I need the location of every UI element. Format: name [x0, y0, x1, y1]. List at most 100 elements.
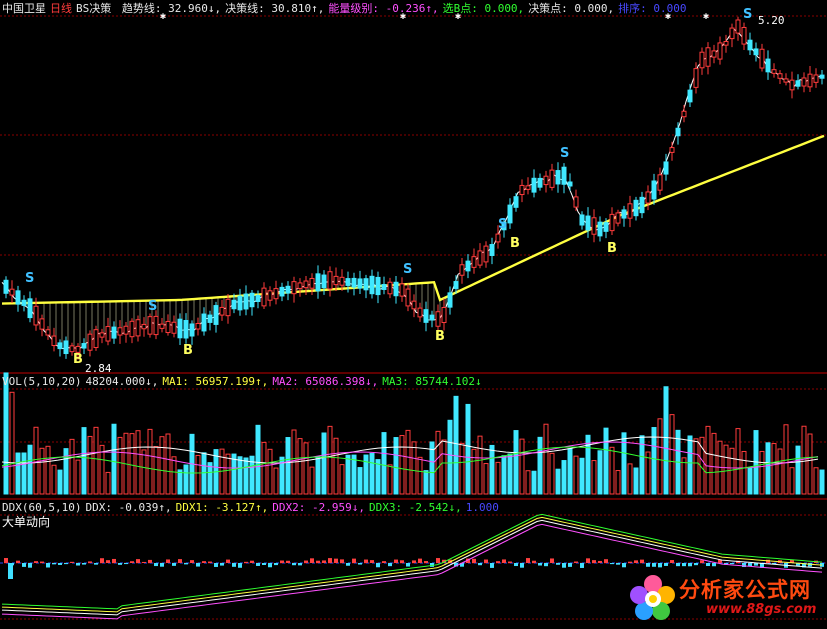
volume-bar [207, 462, 213, 495]
chart-grid [0, 15, 827, 620]
candle-body [663, 161, 669, 175]
candle-body [177, 318, 183, 339]
ddx-bar [76, 563, 80, 566]
volume-bar [519, 438, 525, 495]
watermark-url: www.88gs.com [706, 602, 817, 617]
volume-bar [609, 446, 615, 495]
ddx-bar [328, 558, 332, 563]
ddx-bar [238, 563, 242, 568]
candle-body [141, 323, 147, 330]
vol-value: 48204.000↓, [85, 375, 159, 388]
ddx-bar [586, 558, 590, 563]
candle-body [525, 185, 531, 190]
volume-bar [771, 443, 777, 495]
candle-body [135, 319, 141, 337]
ddx-bar [688, 563, 692, 567]
candle-body [507, 204, 513, 224]
candle-body [627, 203, 633, 219]
ddx-bar [676, 563, 680, 567]
volume-bar [81, 427, 87, 495]
candle-body [579, 214, 585, 226]
candle-body [351, 277, 357, 288]
candle-body [87, 333, 93, 351]
volume-bar [69, 438, 75, 495]
ddx-bar [550, 558, 554, 563]
ddx-bar [376, 563, 380, 568]
volume-bar [567, 448, 573, 495]
high-price-label: 5.20 [758, 14, 785, 27]
candle-body [69, 345, 75, 353]
ddx-bar [478, 563, 482, 566]
volume-bar [27, 444, 33, 495]
decision-value: 决策线: 30.810↑, [225, 2, 325, 15]
ddx-bar [568, 563, 572, 567]
main-header: 中国卫星 日线 BS决策 趋势线: 32.960↓, 决策线: 30.810↑, 能量级… [2, 2, 691, 16]
ddx-bar [412, 560, 416, 563]
candle-body [273, 288, 279, 300]
candle-body [753, 48, 759, 56]
volume-bar [765, 442, 771, 495]
ddx-bar [208, 561, 212, 563]
volume-bar [747, 467, 753, 495]
volume-bar [477, 435, 483, 495]
candle-body [819, 74, 825, 79]
volume-bar [495, 461, 501, 495]
candle-body [231, 299, 237, 310]
ddx-bar [532, 560, 536, 563]
volume-bar [321, 432, 327, 495]
buy-signal-label: B [73, 352, 83, 367]
volume-bar [777, 448, 783, 495]
ddx-bar [46, 563, 50, 568]
candle-body [759, 48, 765, 69]
candle-body [477, 250, 483, 266]
candle-body [603, 222, 609, 232]
period-label[interactable]: 日线 [50, 2, 72, 15]
volume-bar [729, 447, 735, 495]
ddx-bar [364, 559, 368, 563]
volume-bar [819, 469, 825, 495]
ddx-bar [70, 561, 74, 563]
ddx-bar [112, 558, 116, 563]
candle-body [195, 322, 201, 330]
volume-bar [813, 467, 819, 495]
volume-bar [687, 435, 693, 495]
volume-bar [3, 372, 9, 495]
ddx-bar [382, 561, 386, 563]
trend-line [1, 134, 825, 305]
volume-bar [531, 470, 537, 495]
candle-body [219, 306, 225, 316]
candle-body [441, 306, 447, 324]
volume-bar [573, 455, 579, 495]
volume-bar [453, 395, 459, 495]
buy-signal-label: B [183, 343, 193, 358]
volume-bar [447, 419, 453, 495]
volume-bar [393, 437, 399, 495]
volume-bar [693, 438, 699, 495]
volume-bar [501, 455, 507, 495]
ddx-bar [28, 563, 32, 568]
ddx-bar [664, 563, 668, 566]
candle-body [447, 292, 453, 308]
ddx-bar [4, 558, 8, 563]
ddx-bar [472, 558, 476, 563]
stock-chart[interactable]: SSSSSSBBBB B5.202.84✱ ✱ ✱ ✱ ✱ [0, 0, 827, 629]
ddx-value: DDX: -0.039↑, [85, 501, 172, 514]
ddx-bar [562, 563, 566, 568]
volume-bar [537, 436, 543, 495]
ddx-bar [352, 558, 356, 563]
candle-body [531, 177, 537, 193]
ddx-bar [8, 563, 13, 579]
candle-body [471, 256, 477, 268]
candle-body [723, 41, 729, 46]
volume-bar [87, 435, 93, 495]
volume-bar [297, 438, 303, 495]
ddx-bar [196, 563, 200, 567]
candle-body [459, 264, 465, 276]
candle-body [555, 170, 561, 185]
candle-body [171, 321, 177, 334]
candle-body [489, 244, 495, 256]
volume-bar [141, 449, 147, 495]
volume-bar [663, 386, 669, 495]
candle-body [27, 298, 33, 319]
ddx-bar [388, 563, 392, 567]
